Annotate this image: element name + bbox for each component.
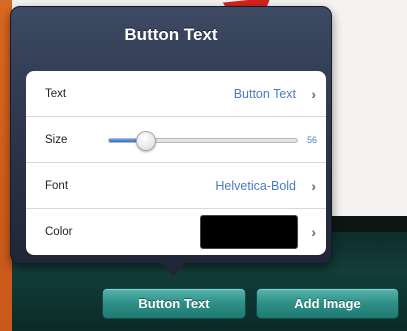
chevron-right-icon: › — [311, 224, 316, 240]
add-image-button[interactable]: Add Image — [256, 288, 399, 319]
chevron-right-icon: › — [311, 85, 316, 102]
settings-table: Text Button Text › Size 56 Font Helvetic… — [26, 71, 326, 255]
row-color[interactable]: Color › — [26, 209, 326, 255]
button-settings-popover: Button Text Text Button Text › Size 56 F… — [10, 6, 332, 264]
popover-pointer — [160, 262, 186, 276]
row-size: Size 56 — [26, 117, 326, 163]
chevron-right-icon: › — [311, 177, 316, 194]
size-slider-thumb[interactable] — [136, 131, 156, 151]
row-color-label: Color — [45, 226, 73, 238]
row-text-label: Text — [45, 87, 67, 100]
row-size-label: Size — [45, 133, 68, 146]
row-text[interactable]: Text Button Text › — [26, 71, 326, 117]
size-value: 56 — [306, 134, 317, 145]
button-text-button[interactable]: Button Text — [102, 288, 246, 319]
row-font-label: Font — [45, 179, 69, 192]
row-font-value: Helvetica-Bold — [215, 178, 296, 193]
row-font[interactable]: Font Helvetica-Bold › — [26, 163, 326, 209]
row-text-value: Button Text — [233, 86, 296, 101]
color-swatch[interactable] — [200, 215, 298, 249]
popover-title: Button Text — [124, 25, 218, 44]
